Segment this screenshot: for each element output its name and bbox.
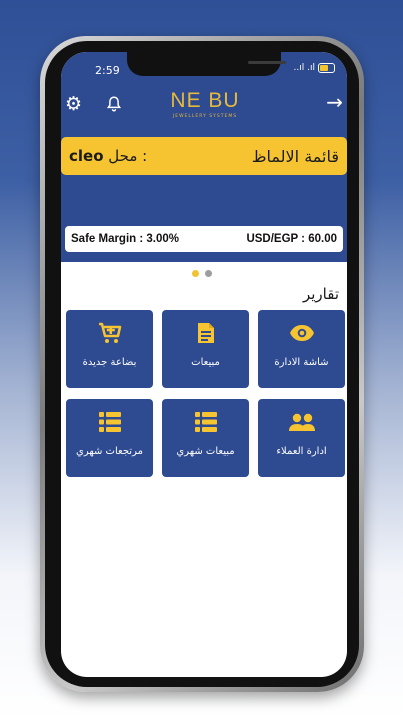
usd-egp-rate: USD/EGP : 60.00 — [246, 233, 337, 245]
arrow-right-icon[interactable]: → — [326, 90, 343, 114]
tile-label: مبيعات — [191, 357, 220, 368]
tile-monthly-returns[interactable]: مرتجعات شهري — [66, 399, 153, 477]
list-icon — [194, 412, 217, 432]
list-icon — [98, 412, 121, 432]
tile-label: شاشة الادارة — [274, 357, 329, 368]
tile-label: ادارة العملاء — [276, 446, 327, 457]
app-logo: NE BU JEWELLERY SYSTEMS — [167, 89, 243, 120]
tile-customer-management[interactable]: ادارة العملاء — [258, 399, 345, 477]
tile-new-goods[interactable]: بضاعة جديدة — [66, 310, 153, 388]
rates-bar: Safe Margin : 3.00% USD/EGP : 60.00 — [65, 226, 343, 252]
users-icon — [288, 413, 315, 431]
status-time: 2:59 — [95, 64, 120, 77]
carousel-dot-active[interactable] — [192, 270, 199, 277]
eye-icon — [289, 325, 314, 341]
tile-management-screen[interactable]: شاشة الادارة — [258, 310, 345, 388]
shop-label: محل : — [108, 147, 148, 165]
document-icon — [197, 323, 214, 343]
app-screen: 2:59 ..ıl .ıl ⚙ NE BU JEWELLERY SYSTEMS … — [61, 52, 347, 677]
list-title: قائمة الالماظ — [251, 146, 339, 166]
tile-label: مبيعات شهري — [176, 446, 235, 457]
tile-sales[interactable]: مبيعات — [162, 310, 249, 388]
bell-icon[interactable] — [105, 95, 123, 113]
signal-icon: ..ıl .ıl — [293, 63, 315, 73]
tile-monthly-sales[interactable]: مبيعات شهري — [162, 399, 249, 477]
gear-icon[interactable]: ⚙ — [65, 93, 82, 115]
tile-label: بضاعة جديدة — [82, 357, 137, 368]
tile-label: مرتجعات شهري — [76, 446, 143, 457]
logo-sub: JEWELLERY SYSTEMS — [172, 114, 238, 119]
safe-margin: Safe Margin : 3.00% — [71, 233, 180, 245]
carousel-dot[interactable] — [205, 270, 212, 277]
store-banner[interactable]: cleo محل : قائمة الالماظ — [61, 137, 347, 175]
reports-title: تقارير — [302, 285, 339, 303]
carousel-dots[interactable] — [192, 270, 212, 277]
logo-main: NE BU — [170, 89, 240, 112]
battery-icon — [318, 63, 335, 73]
status-icons: ..ıl .ıl — [294, 63, 335, 73]
cart-plus-icon — [98, 322, 121, 343]
app-header: ⚙ NE BU JEWELLERY SYSTEMS → — [61, 82, 347, 128]
phone-notch — [127, 52, 286, 76]
shop-name: cleo — [69, 147, 104, 165]
shop-info: cleo محل : — [69, 147, 147, 165]
